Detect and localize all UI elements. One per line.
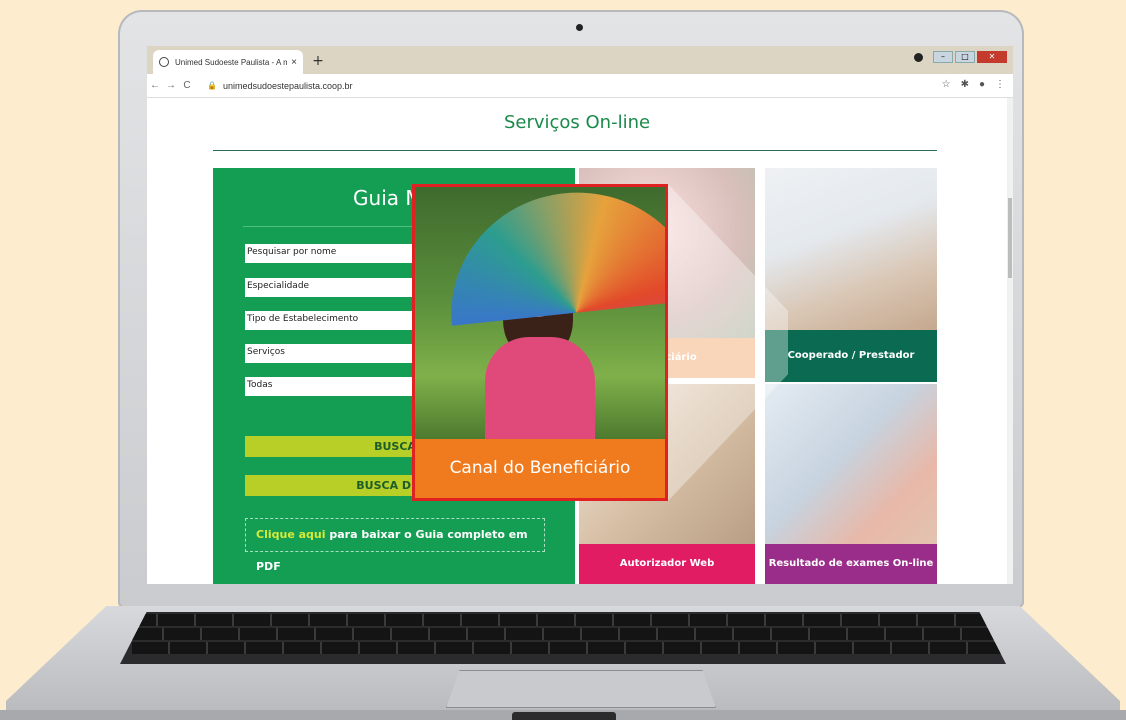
- tile-autorizador-label: Autorizador Web: [579, 544, 755, 584]
- title-divider: [213, 150, 937, 151]
- url-text: unimedsudoestepaulista.coop.br: [222, 80, 353, 91]
- body-shape: [485, 337, 595, 447]
- laptop-notch: [512, 712, 616, 720]
- tile-exames-label: Resultado de exames On-line: [765, 544, 937, 584]
- close-tab-icon[interactable]: ×: [291, 57, 297, 68]
- maximize-button[interactable]: □: [955, 51, 975, 63]
- close-window-button[interactable]: ✕: [977, 51, 1007, 63]
- scrollbar-thumb[interactable]: [1008, 198, 1012, 278]
- tab-title: Unimed Sudoeste Paulista - A m: [175, 57, 288, 67]
- browser-titlebar: Unimed Sudoeste Paulista - A m × + – □ ✕: [147, 46, 1013, 74]
- key-row: [120, 614, 1006, 626]
- keyboard: [120, 612, 1006, 664]
- tile-cooperado-label: Cooperado / Prestador: [765, 330, 937, 382]
- page-title: Serviços On-line: [503, 112, 651, 133]
- minimize-button[interactable]: –: [933, 51, 953, 63]
- key-row: [126, 628, 1006, 640]
- new-tab-button[interactable]: +: [310, 53, 326, 69]
- pdf-download-box[interactable]: Clique aqui para baixar o Guia completo …: [245, 518, 545, 573]
- key-row: [132, 642, 1006, 654]
- extensions-icon[interactable]: ✱: [961, 79, 969, 90]
- forward-icon[interactable]: →: [163, 80, 179, 91]
- browser-toolbar: ← → C 🔒 unimedsudoestepaulista.coop.br ☆…: [147, 74, 1013, 98]
- woman-umbrella-image: [415, 187, 665, 447]
- record-icon: [914, 52, 923, 62]
- tile-cooperado[interactable]: Cooperado / Prestador: [765, 168, 937, 382]
- canal-beneficiario-card[interactable]: Canal do Beneficiário: [412, 184, 668, 501]
- lock-icon: 🔒: [207, 81, 217, 90]
- profile-icon[interactable]: ●: [979, 79, 985, 90]
- pdf-download-link[interactable]: Clique aqui: [256, 528, 326, 541]
- doctor-patient-image: [765, 384, 937, 544]
- canal-beneficiario-label: Canal do Beneficiário: [415, 439, 665, 498]
- touchpad: [446, 670, 716, 708]
- globe-icon: [159, 57, 169, 67]
- window-controls: – □ ✕: [914, 51, 1007, 63]
- menu-icon[interactable]: ⋮: [995, 79, 1005, 90]
- page-scrollbar[interactable]: [1007, 98, 1013, 584]
- reload-icon[interactable]: C: [179, 80, 195, 91]
- doctor-tablet-image: [765, 168, 937, 330]
- umbrella-shape: [439, 187, 665, 326]
- browser-tab[interactable]: Unimed Sudoeste Paulista - A m ×: [153, 50, 303, 74]
- address-bar[interactable]: 🔒 unimedsudoestepaulista.coop.br: [207, 81, 353, 91]
- tile-exames[interactable]: Resultado de exames On-line: [765, 384, 937, 584]
- back-icon[interactable]: ←: [147, 80, 163, 91]
- camera-icon: [576, 24, 583, 31]
- star-icon[interactable]: ☆: [942, 79, 951, 90]
